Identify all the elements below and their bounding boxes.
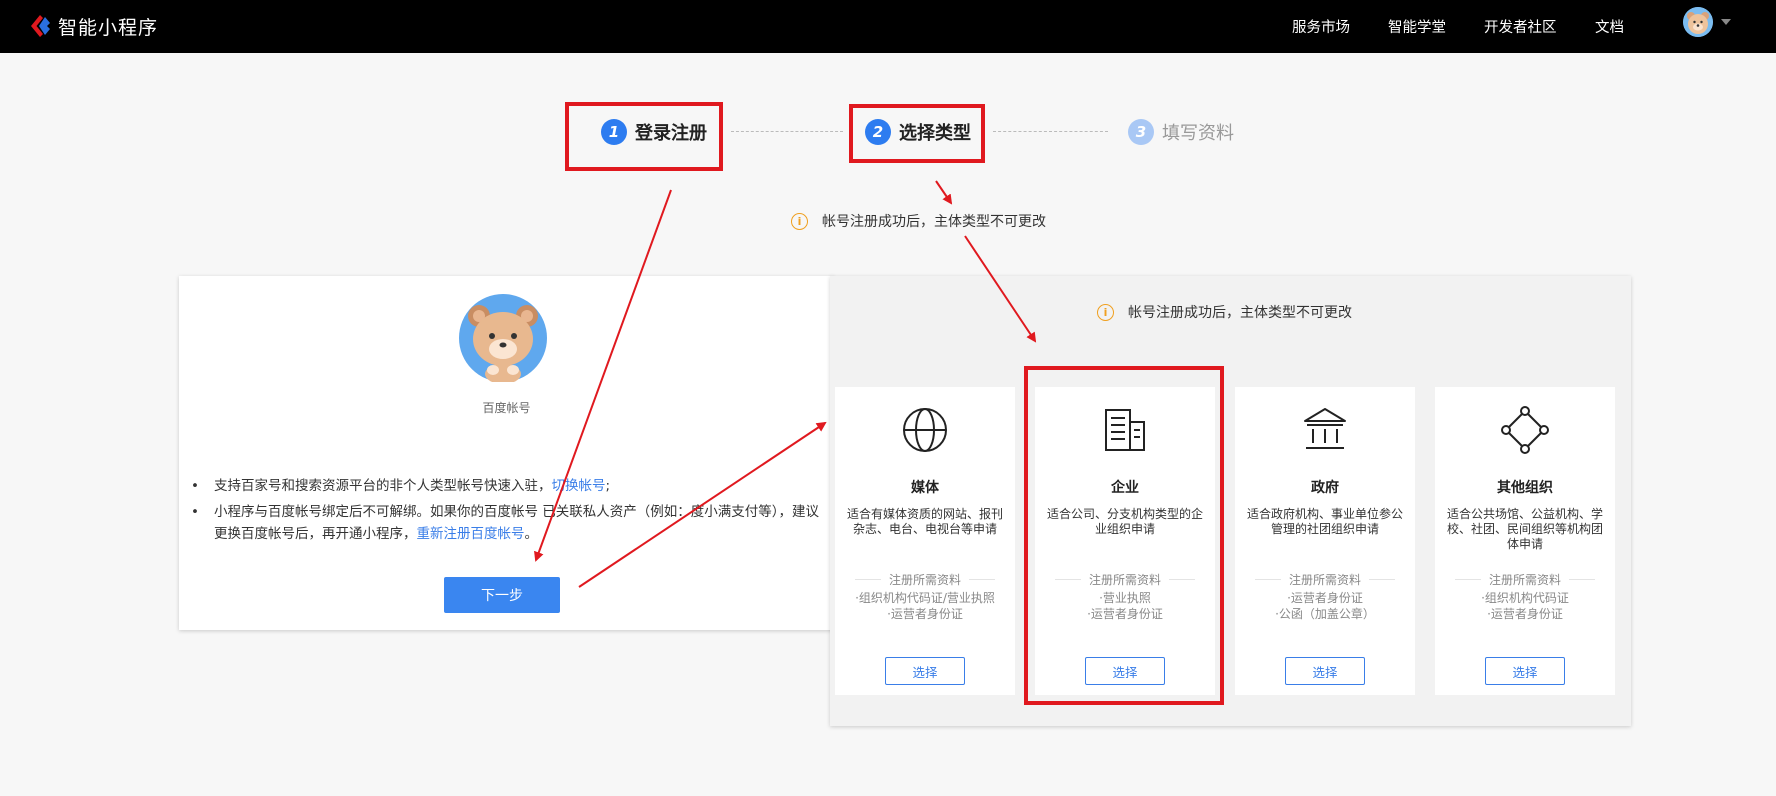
list-item: 支持百家号和搜索资源平台的非个人类型帐号快速入驻，切换帐号; xyxy=(189,475,829,497)
nav-smart-school[interactable]: 智能学堂 xyxy=(1388,16,1446,37)
required-docs: ·运营者身份证 ·公函（加盖公章） xyxy=(1275,591,1375,621)
select-government-button[interactable]: 选择 xyxy=(1285,657,1365,685)
type-select-panel: i 帐号注册成功后，主体类型不可更改 媒体 适合有媒体资质的网站、报刊杂志、电台… xyxy=(830,276,1631,726)
note-text: 支持百家号和搜索资源平台的非个人类型帐号快速入驻， xyxy=(214,478,552,494)
next-step-button[interactable]: 下一步 xyxy=(444,577,560,613)
card-title: 媒体 xyxy=(911,480,939,496)
card-desc: 适合公共场馆、公益机构、学校、社团、民间组织等机构团体申请 xyxy=(1446,507,1603,551)
type-notice: i 帐号注册成功后，主体类型不可更改 xyxy=(791,211,1046,231)
nav-developer-community[interactable]: 开发者社区 xyxy=(1484,16,1557,37)
government-icon xyxy=(1304,408,1346,449)
network-icon xyxy=(1501,406,1549,454)
account-name: 百度帐号 xyxy=(482,401,531,415)
card-desc: 适合有媒体资质的网站、报刊杂志、电台、电视台等申请 xyxy=(846,507,1003,536)
card-title: 政府 xyxy=(1311,480,1339,496)
card-desc: 适合政府机构、事业单位参公管理的社团组织申请 xyxy=(1246,507,1403,536)
step-label: 填写资料 xyxy=(1162,123,1234,144)
info-icon: i xyxy=(791,212,808,230)
step-fill-info: 3 填写资料 xyxy=(1128,119,1234,145)
brand-logo[interactable]: 智能小程序 xyxy=(28,13,158,39)
required-docs-heading: 注册所需资料 xyxy=(1235,571,1415,588)
chevron-down-icon[interactable] xyxy=(1721,19,1731,25)
select-media-button[interactable]: 选择 xyxy=(885,657,965,685)
card-title: 其他组织 xyxy=(1497,480,1553,496)
type-card-other-org[interactable]: 其他组织 适合公共场馆、公益机构、学校、社团、民间组织等机构团体申请 注册所需资… xyxy=(1435,387,1615,695)
panel-notice: i 帐号注册成功后，主体类型不可更改 xyxy=(1097,302,1352,322)
bear-avatar-icon xyxy=(1683,7,1713,37)
notes-list: 支持百家号和搜索资源平台的非个人类型帐号快速入驻，切换帐号; 小程序与百度帐号绑… xyxy=(189,475,829,549)
step-connector xyxy=(993,131,1108,132)
brand-name: 智能小程序 xyxy=(58,16,159,39)
required-docs-heading: 注册所需资料 xyxy=(835,571,1015,588)
step-connector xyxy=(731,131,843,132)
user-avatar[interactable] xyxy=(1683,7,1713,37)
note-text: ; xyxy=(605,478,611,494)
bear-avatar-icon xyxy=(459,294,547,382)
notice-text: 帐号注册成功后，主体类型不可更改 xyxy=(822,214,1046,230)
step-number: 3 xyxy=(1128,119,1154,145)
type-card-media[interactable]: 媒体 适合有媒体资质的网站、报刊杂志、电台、电视台等申请 注册所需资料 ·组织机… xyxy=(835,387,1015,695)
nav-service-market[interactable]: 服务市场 xyxy=(1292,16,1350,37)
re-register-link[interactable]: 重新注册百度帐号 xyxy=(417,526,525,542)
globe-icon xyxy=(903,408,947,452)
list-item: 小程序与百度帐号绑定后不可解绑。如果你的百度帐号 已关联私人资产（例如：度小满支… xyxy=(189,501,829,545)
required-docs: ·组织机构代码证 ·运营者身份证 xyxy=(1481,591,1569,621)
note-text: 。 xyxy=(524,526,539,542)
nav-docs[interactable]: 文档 xyxy=(1595,16,1624,37)
arrow xyxy=(935,180,953,205)
highlight-box-enterprise xyxy=(1024,366,1224,705)
required-docs-heading: 注册所需资料 xyxy=(1435,571,1615,588)
highlight-box-step2 xyxy=(849,104,985,163)
info-icon: i xyxy=(1097,303,1114,321)
top-navbar: 智能小程序 服务市场 智能学堂 开发者社区 文档 xyxy=(0,0,1776,53)
required-docs: ·组织机构代码证/营业执照 ·运营者身份证 xyxy=(855,591,995,621)
type-card-government[interactable]: 政府 适合政府机构、事业单位参公管理的社团组织申请 注册所需资料 ·运营者身份证… xyxy=(1235,387,1415,695)
notice-text: 帐号注册成功后，主体类型不可更改 xyxy=(1128,305,1352,321)
login-panel: 百度帐号 支持百家号和搜索资源平台的非个人类型帐号快速入驻，切换帐号; 小程序与… xyxy=(179,276,834,630)
logo-icon xyxy=(31,15,50,37)
highlight-box-step1 xyxy=(565,102,723,171)
switch-account-link[interactable]: 切换帐号 xyxy=(552,478,606,494)
select-other-org-button[interactable]: 选择 xyxy=(1485,657,1565,685)
